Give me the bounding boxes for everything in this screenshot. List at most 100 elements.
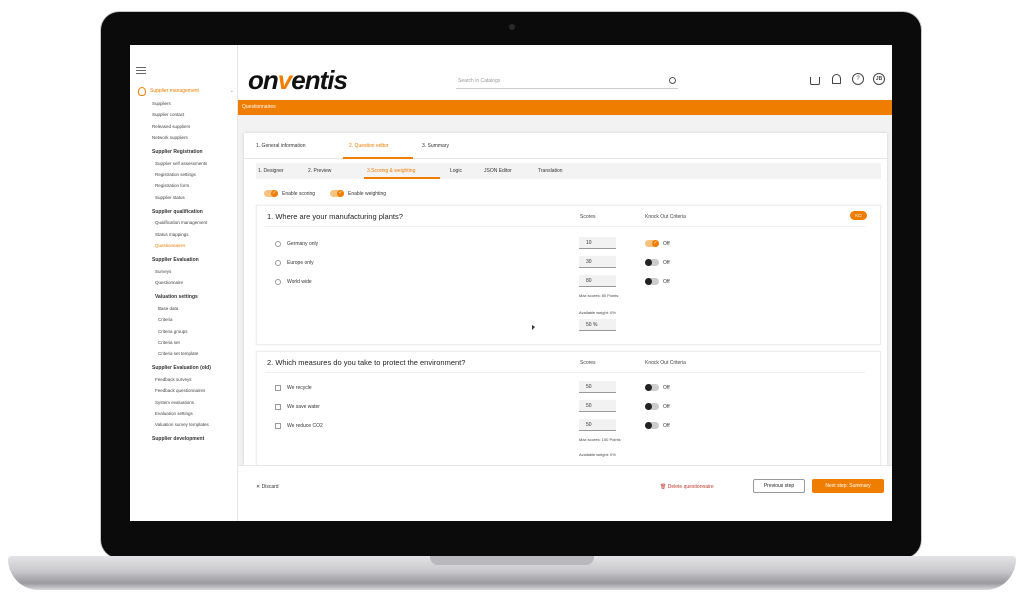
tab-logic[interactable]: Logic [450, 168, 462, 174]
toggle-knob [645, 422, 652, 429]
checkbox-option[interactable] [275, 423, 281, 429]
sidebar: Supplier management ⌄ Suppliers Supplier … [130, 45, 238, 521]
sidebar-item[interactable]: Criteria [158, 317, 173, 322]
step-nav: 1. General information 2. Question edito… [244, 133, 887, 159]
enable-weighting-toggle[interactable]: ✓ [330, 190, 344, 197]
cart-icon[interactable] [810, 77, 820, 85]
sidebar-item[interactable]: Questionnaires [155, 243, 185, 248]
checkbox-option[interactable] [275, 404, 281, 410]
tab-scoring-weighting[interactable]: 3.Scoring & weighting [367, 168, 415, 174]
tab-preview[interactable]: 2. Preview [308, 168, 331, 174]
sidebar-section-title[interactable]: Supplier development [152, 436, 204, 442]
ko-toggle[interactable]: ✓ [645, 240, 659, 247]
lightbulb-icon [138, 86, 146, 96]
tab-designer[interactable]: 1. Designer [258, 168, 284, 174]
radio-option[interactable] [275, 241, 281, 247]
radio-option[interactable] [275, 260, 281, 266]
bell-icon[interactable] [832, 74, 841, 84]
divider [265, 372, 865, 373]
breadcrumb: Questionnaires [242, 104, 276, 110]
score-input[interactable]: 50 [579, 419, 616, 431]
ko-toggle[interactable] [645, 422, 659, 429]
delete-questionnaire-button[interactable]: 🗑 Delete questionnaire [660, 484, 714, 490]
score-input[interactable]: 50 [579, 381, 616, 393]
weight-input[interactable]: 50 % [579, 319, 616, 331]
sidebar-section-title[interactable]: Supplier Registration [152, 149, 203, 155]
score-input[interactable]: 10 [579, 237, 616, 249]
sidebar-item[interactable]: Valuation survey templates [155, 422, 209, 427]
ko-state: Off [663, 385, 670, 391]
ko-toggle[interactable] [645, 278, 659, 285]
tab-translation[interactable]: Translation [538, 168, 563, 174]
sidebar-item[interactable]: Criteria groups [158, 329, 188, 334]
sidebar-item[interactable]: Suppliers [152, 101, 171, 106]
sidebar-item[interactable]: Supplier status [155, 195, 185, 200]
sidebar-item[interactable]: Evaluation settings [155, 411, 193, 416]
sidebar-item[interactable]: Surveys [155, 269, 171, 274]
sidebar-item[interactable]: Feedback questionnaires [155, 388, 205, 393]
score-input[interactable]: 80 [579, 275, 616, 287]
option-label: We reduce CO2 [287, 423, 323, 429]
ko-header: Knock Out Criteria [645, 214, 686, 220]
ko-toggle[interactable] [645, 403, 659, 410]
ko-toggle[interactable] [645, 259, 659, 266]
sidebar-item[interactable]: Supplier contact [152, 112, 184, 117]
step-general-info[interactable]: 1. General information [256, 143, 305, 149]
sidebar-item[interactable]: Supplier self assessments [155, 161, 207, 166]
next-step-button[interactable]: Next step: Summary [812, 479, 884, 493]
active-subtab-underline [364, 177, 440, 179]
search-input[interactable]: Search in Catalogs [456, 76, 678, 89]
sidebar-item[interactable]: Criteria set [158, 340, 180, 345]
discard-button[interactable]: ✕ Discard [256, 484, 279, 490]
ko-state: Off [663, 404, 670, 410]
sidebar-active-label: Supplier management [150, 88, 199, 94]
sidebar-section-title[interactable]: Supplier qualification [152, 209, 203, 215]
enable-weighting-label: Enable weighting [348, 191, 387, 197]
check-icon: ✓ [271, 190, 278, 197]
toggle-knob [645, 384, 652, 391]
avatar[interactable]: JB [873, 73, 885, 85]
laptop-notch [430, 556, 594, 565]
header: onventis Search in Catalogs ? JB [238, 45, 892, 100]
score-input[interactable]: 50 [579, 400, 616, 412]
previous-step-button[interactable]: Previous step [753, 479, 805, 493]
sidebar-section-title[interactable]: Supplier Evaluation (old) [152, 365, 211, 371]
scores-header: Scores [580, 214, 596, 220]
ko-badge[interactable]: KO [850, 211, 867, 220]
check-icon: ✓ [337, 190, 344, 197]
scores-header: Scores [580, 360, 596, 366]
sidebar-item[interactable]: Qualification management [155, 220, 207, 225]
ko-toggle[interactable] [645, 384, 659, 391]
tab-json-editor[interactable]: JSON Editor [484, 168, 512, 174]
help-icon[interactable]: ? [852, 73, 864, 85]
search-icon[interactable] [669, 77, 676, 84]
question-2-card: 2. Which measures do you take to protect… [256, 351, 881, 465]
sidebar-item[interactable]: Base data [158, 306, 178, 311]
onventis-logo[interactable]: onventis [248, 65, 348, 96]
sidebar-item[interactable]: Questionnaire [155, 280, 183, 285]
sidebar-item[interactable]: Released suppliers [152, 124, 190, 129]
step-summary[interactable]: 3. Summary [422, 143, 449, 149]
subtab-bar: 1. Designer 2. Preview 3.Scoring & weigh… [256, 163, 881, 179]
sidebar-item[interactable]: Status mappings [155, 232, 189, 237]
hamburger-icon[interactable] [136, 67, 146, 74]
ko-state: Off [663, 260, 670, 266]
sidebar-item[interactable]: System evaluations [155, 400, 194, 405]
app-screen: Supplier management ⌄ Suppliers Supplier … [130, 45, 892, 521]
sidebar-item[interactable]: Network suppliers [152, 135, 188, 140]
step-question-editor[interactable]: 2. Question editor [349, 143, 388, 149]
check-icon: ✓ [652, 240, 659, 247]
radio-option[interactable] [275, 279, 281, 285]
checkbox-option[interactable] [275, 385, 281, 391]
sidebar-item[interactable]: Registration settings [155, 172, 196, 177]
sidebar-active-menu[interactable]: Supplier management ⌄ [138, 85, 236, 97]
enable-scoring-toggle[interactable]: ✓ [264, 190, 278, 197]
sidebar-item[interactable]: Feedback surveys [155, 377, 192, 382]
sidebar-section-title[interactable]: Supplier Evaluation [152, 257, 199, 263]
sidebar-item[interactable]: Registration form [155, 183, 189, 188]
score-input[interactable]: 30 [579, 256, 616, 268]
sidebar-section-title[interactable]: Valuation settings [155, 294, 198, 300]
question-2-title: 2. Which measures do you take to protect… [267, 358, 466, 367]
sidebar-item[interactable]: Criteria set template [158, 351, 198, 356]
ko-state: Off [663, 279, 670, 285]
